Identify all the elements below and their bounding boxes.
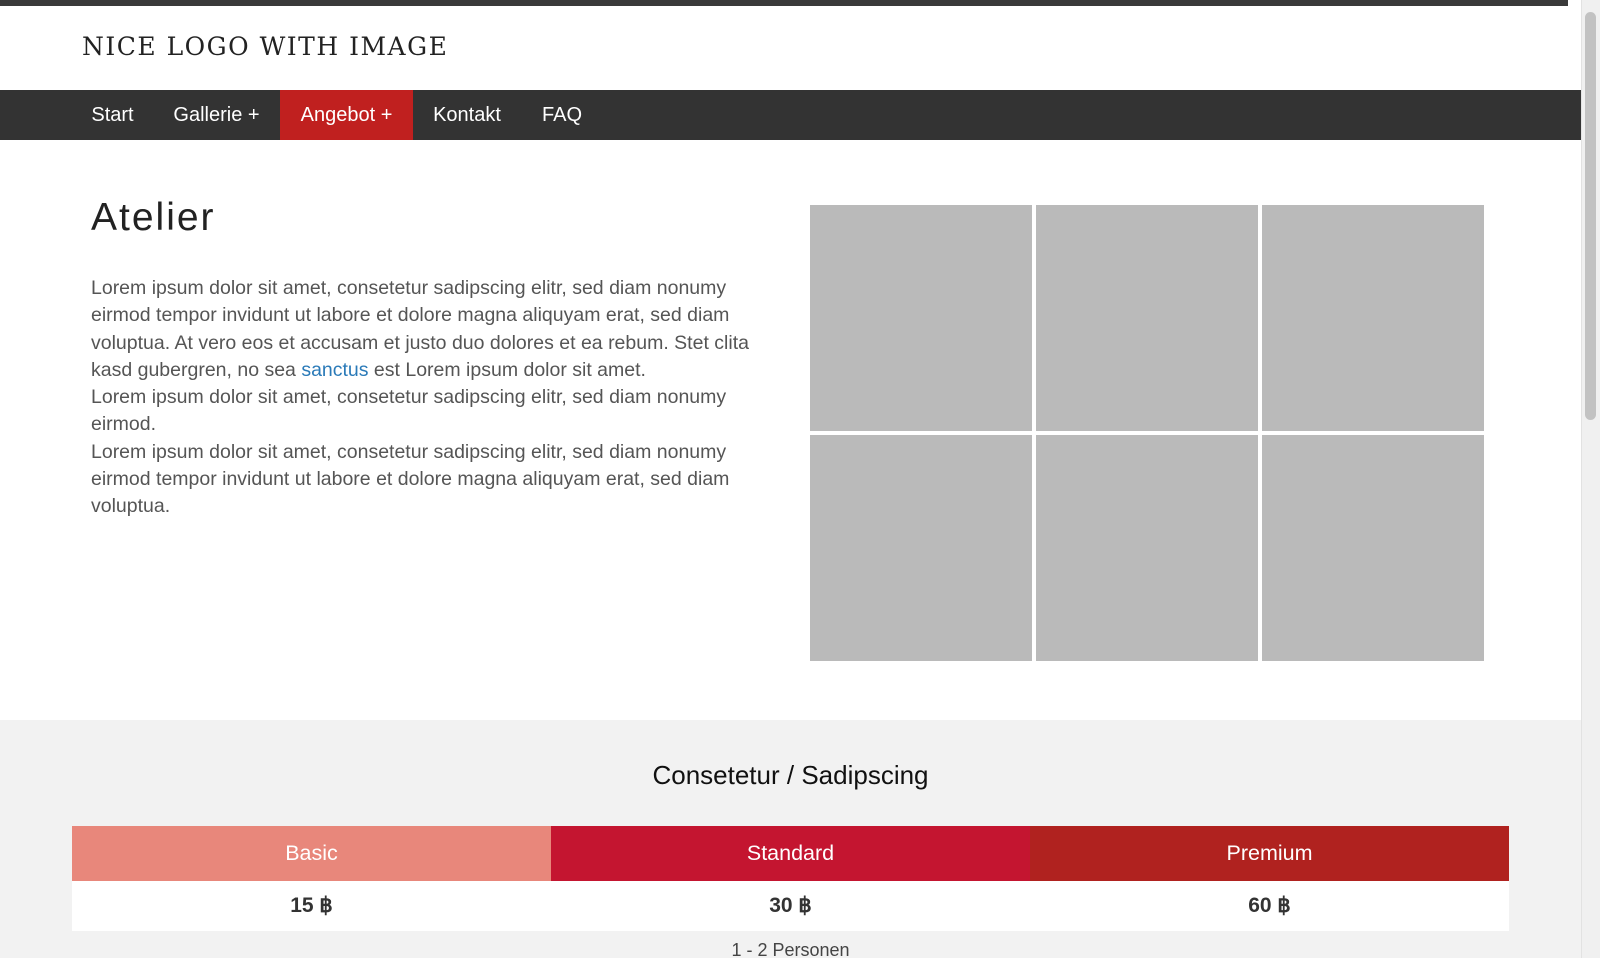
page-title: Atelier <box>91 196 216 239</box>
scrollbar-thumb[interactable] <box>1585 12 1596 420</box>
intro-text: Lorem ipsum dolor sit amet, consetetur s… <box>91 275 761 521</box>
page-viewport: NICE LOGO WITH IMAGE Start Gallerie + An… <box>0 0 1581 958</box>
nav-item-gallerie[interactable]: Gallerie + <box>153 90 280 140</box>
site-logo[interactable]: NICE LOGO WITH IMAGE <box>82 32 448 61</box>
gallery-thumbnail[interactable] <box>1262 205 1484 431</box>
sanctus-link[interactable]: sanctus <box>301 359 368 381</box>
paragraph-1-end: est Lorem ipsum dolor sit amet. <box>368 358 646 381</box>
plan-header-standard: Standard <box>551 826 1030 881</box>
paragraph-2: Lorem ipsum dolor sit amet, consetetur s… <box>91 386 727 436</box>
gallery-thumbnail[interactable] <box>810 435 1032 661</box>
gallery-thumbnail[interactable] <box>1036 435 1258 661</box>
persons-label: 1 - 2 Personen <box>731 940 850 958</box>
paragraph-3: Lorem ipsum dolor sit amet, consetetur s… <box>91 440 730 518</box>
plan-header-premium: Premium <box>1030 826 1509 881</box>
plan-price-premium: 60 ฿ <box>1248 894 1291 917</box>
pricing-title: Consetetur / Sadipscing <box>652 760 929 790</box>
image-gallery <box>810 205 1485 661</box>
plan-price-basic: 15 ฿ <box>290 894 333 917</box>
paragraph-1: Lorem ipsum dolor sit amet, consetetur s… <box>91 275 761 384</box>
nav-item-start[interactable]: Start <box>72 90 153 140</box>
plan-header-basic: Basic <box>72 826 551 881</box>
nav-item-kontakt[interactable]: Kontakt <box>413 90 521 140</box>
nav-item-faq[interactable]: FAQ <box>521 90 603 140</box>
gallery-thumbnail[interactable] <box>1262 435 1484 661</box>
plan-price-standard: 30 ฿ <box>769 894 812 917</box>
gallery-thumbnail[interactable] <box>810 205 1032 431</box>
nav-item-angebot[interactable]: Angebot + <box>280 90 413 140</box>
gallery-thumbnail[interactable] <box>1036 205 1258 431</box>
main-navigation: Start Gallerie + Angebot + Kontakt FAQ <box>0 90 1581 140</box>
